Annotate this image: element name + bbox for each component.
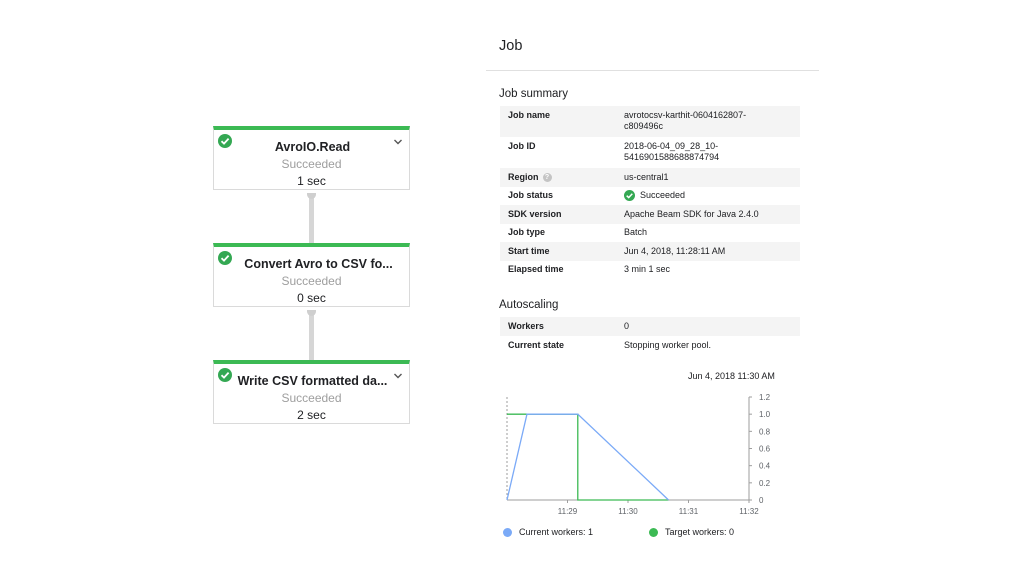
chevron-down-icon[interactable]: [393, 138, 403, 146]
step-name: AvroIO.Read: [274, 140, 351, 154]
y-tick-label: 0.2: [759, 479, 771, 488]
row-label: Elapsed time: [508, 264, 564, 275]
autoscaling-chart: 0 0.2 0.4 0.6 0.8 1.0 1.2 11:29 11:30 11:31 11:32: [506, 393, 771, 516]
job-name-value: avrotocsv-karthit-0604162807- c809496c: [624, 110, 747, 131]
connector-endpoint: [307, 310, 316, 316]
help-icon[interactable]: ?: [542, 172, 552, 182]
job-status-value: Succeeded: [624, 190, 800, 202]
y-tick-label: 0.8: [759, 427, 771, 436]
row-label: Job status: [508, 190, 554, 201]
region-value: us-central1: [624, 171, 669, 182]
check-circle-icon: [218, 134, 232, 148]
legend-swatch: [503, 528, 512, 538]
target-workers-line: [507, 413, 669, 501]
start-time-row: Start time Jun 4, 2018, 11:28:11 AM: [500, 242, 800, 261]
autoscaling-table: Workers 0 Current state Stopping worker …: [500, 317, 800, 355]
row-label: Current state: [508, 340, 565, 350]
connector-endpoint: [307, 193, 316, 199]
current-state-row: Current state Stopping worker pool.: [500, 336, 800, 355]
current-workers-line: [506, 413, 669, 501]
job-type-row: Job type Batch: [500, 224, 800, 243]
legend-swatch: [649, 528, 658, 538]
y-tick-label: 0.6: [759, 445, 771, 454]
elapsed-time-value: 3 min 1 sec: [624, 264, 671, 275]
step-name: Convert Avro to CSV fo...: [244, 257, 393, 271]
job-status-row: Job status Succeeded: [500, 187, 800, 206]
y-tick-label: 1.0: [759, 410, 771, 419]
legend-current-workers: Current workers: 1: [503, 527, 593, 538]
step-duration: 0 sec: [297, 291, 326, 305]
current-state-value: Stopping worker pool.: [624, 340, 712, 350]
panel-divider: [486, 70, 819, 71]
job-summary-title: Job summary: [499, 88, 569, 100]
step-connector: [309, 193, 314, 243]
check-circle-icon: [624, 190, 635, 202]
x-tick-label: 11:29: [558, 507, 578, 516]
x-tick-label: 11:31: [679, 507, 699, 516]
row-label: Start time: [508, 245, 550, 256]
sdk-version-row: SDK version Apache Beam SDK for Java 2.4…: [500, 205, 800, 224]
job-type-value: Batch: [624, 227, 648, 238]
chart-timestamp: Jun 4, 2018 11:30 AM: [688, 371, 775, 381]
x-tick-label: 11:30: [618, 507, 638, 516]
row-label: Region?: [500, 172, 624, 183]
panel-title: Job: [499, 38, 523, 54]
step-duration: 2 sec: [297, 408, 326, 422]
step-status: Succeeded: [281, 157, 342, 171]
check-circle-icon: [218, 368, 232, 382]
step-status: Succeeded: [281, 274, 342, 288]
autoscaling-title: Autoscaling: [499, 299, 559, 311]
row-label: Job name: [508, 110, 551, 120]
pipeline-step-convert-avro-to-csv[interactable]: Convert Avro to CSV fo... Succeeded 0 se…: [213, 243, 410, 307]
pipeline-step-avroio-read[interactable]: AvroIO.Read Succeeded 1 sec: [213, 126, 410, 190]
y-tick-label: 0: [759, 496, 764, 505]
job-id-row: Job ID 2018-06-04_09_28_10- 541690158868…: [500, 137, 800, 168]
x-tick-label: 11:32: [739, 507, 759, 516]
step-duration: 1 sec: [297, 174, 326, 188]
sdk-version-value: Apache Beam SDK for Java 2.4.0: [624, 208, 759, 219]
job-summary-table: Job name avrotocsv-karthit-0604162807- c…: [500, 106, 800, 279]
job-name-row: Job name avrotocsv-karthit-0604162807- c…: [500, 106, 800, 137]
elapsed-time-row: Elapsed time 3 min 1 sec: [500, 261, 800, 280]
workers-value: 0: [624, 321, 630, 331]
y-tick-label: 0.4: [759, 462, 771, 471]
step-connector: [309, 310, 314, 360]
row-label: Job ID: [508, 141, 536, 151]
row-label: SDK version: [508, 208, 562, 219]
pipeline-step-write-csv[interactable]: Write CSV formatted da... Succeeded 2 se…: [213, 360, 410, 424]
workers-row: Workers 0: [500, 317, 800, 336]
start-time-value: Jun 4, 2018, 11:28:11 AM: [624, 245, 726, 256]
check-circle-icon: [218, 251, 232, 265]
step-name: Write CSV formatted da...: [237, 374, 388, 388]
job-id-value: 2018-06-04_09_28_10- 5416901588688874794: [624, 141, 720, 162]
row-label: Workers: [508, 321, 544, 331]
row-label: Job type: [508, 227, 546, 238]
chevron-down-icon[interactable]: [393, 372, 403, 380]
region-row: Region? us-central1: [500, 168, 800, 187]
legend-target-workers: Target workers: 0: [649, 527, 734, 538]
y-tick-label: 1.2: [759, 393, 771, 402]
step-status: Succeeded: [281, 391, 342, 405]
